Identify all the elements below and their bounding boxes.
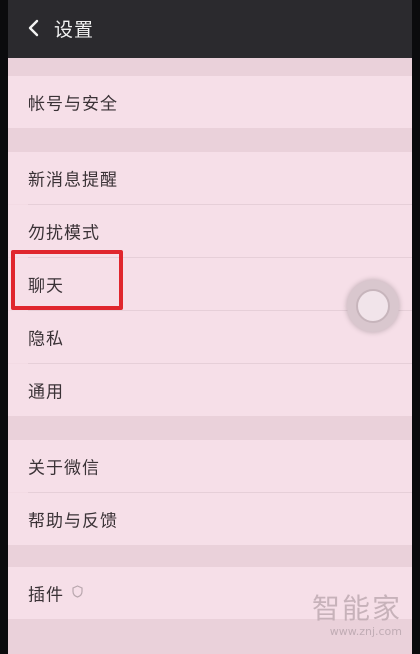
- menu-item-new-message-notify[interactable]: 新消息提醒: [8, 152, 412, 204]
- menu-item-label: 新消息提醒: [28, 170, 118, 191]
- page-title: 设置: [54, 19, 95, 41]
- menu-item-label: 帐号与安全: [28, 94, 118, 115]
- assistive-touch-icon[interactable]: [347, 280, 399, 332]
- menu-item-label: 帮助与反馈: [28, 511, 118, 532]
- top-navigation-bar: 设置: [8, 0, 412, 58]
- watermark: 智能家 www.znj.com: [312, 587, 402, 638]
- menu-item-about-wechat[interactable]: 关于微信: [8, 440, 412, 492]
- menu-item-account-security[interactable]: 帐号与安全: [8, 76, 412, 128]
- menu-item-help-feedback[interactable]: 帮助与反馈: [8, 493, 412, 545]
- section-gap: [8, 58, 412, 76]
- section-gap: [8, 416, 412, 440]
- menu-item-label: 通用: [28, 382, 64, 403]
- shield-icon: [72, 585, 83, 601]
- section-gap: [8, 128, 412, 152]
- section-gap: [8, 545, 412, 567]
- menu-item-label: 勿扰模式: [28, 223, 100, 244]
- menu-item-general[interactable]: 通用: [8, 364, 412, 416]
- settings-screen: 设置 帐号与安全 新消息提醒 勿扰模式 聊天 隐私 通用 关于微信 帮助与反馈 …: [8, 0, 412, 654]
- highlight-box: [11, 250, 123, 310]
- watermark-brand: 智能家: [311, 592, 402, 625]
- assistive-touch-inner: [356, 289, 390, 323]
- back-button[interactable]: [20, 14, 48, 42]
- menu-item-label: 关于微信: [28, 458, 100, 479]
- menu-item-label: 插件: [28, 585, 64, 606]
- menu-item-label: 隐私: [28, 329, 64, 350]
- back-chevron-icon: [28, 19, 39, 37]
